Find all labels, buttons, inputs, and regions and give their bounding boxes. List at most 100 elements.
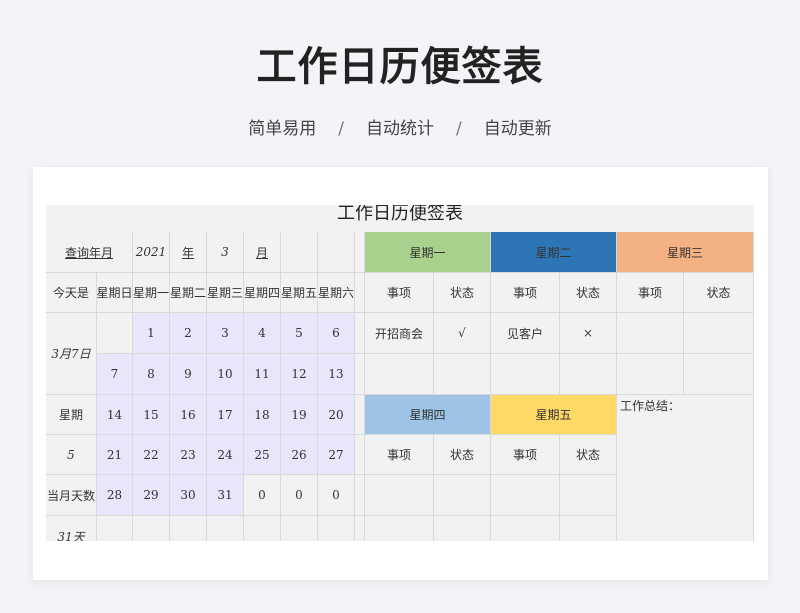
- status-header: 状态: [560, 435, 617, 475]
- calendar-day[interactable]: 10: [207, 354, 244, 395]
- wednesday-item[interactable]: [617, 313, 684, 354]
- tuesday-status[interactable]: ×: [560, 313, 617, 354]
- item-header: 事项: [365, 435, 434, 475]
- calendar-day[interactable]: 9: [170, 354, 207, 395]
- calendar-day[interactable]: 18: [244, 395, 281, 435]
- subtitle-item: 自动统计: [366, 119, 434, 139]
- weekday-header: 星期日: [97, 273, 133, 313]
- calendar-day[interactable]: 0: [318, 475, 355, 516]
- calendar-day[interactable]: 27: [318, 435, 355, 475]
- empty-cell[interactable]: [434, 354, 491, 395]
- empty-cell: [244, 516, 281, 541]
- empty-cell: [207, 516, 244, 541]
- month-input[interactable]: 3: [207, 232, 244, 273]
- item-header: 事项: [491, 435, 560, 475]
- calendar-day[interactable]: 29: [133, 475, 170, 516]
- thursday-header: 星期四: [365, 395, 491, 435]
- empty-cell[interactable]: [491, 475, 560, 516]
- calendar-day[interactable]: 3: [207, 313, 244, 354]
- calendar-day[interactable]: 20: [318, 395, 355, 435]
- empty-cell: [281, 516, 318, 541]
- empty-cell[interactable]: [365, 475, 434, 516]
- weekday-header: 星期四: [244, 273, 281, 313]
- calendar-day[interactable]: 5: [281, 313, 318, 354]
- calendar-day[interactable]: 2: [170, 313, 207, 354]
- calendar-day[interactable]: 15: [133, 395, 170, 435]
- friday-header: 星期五: [491, 395, 617, 435]
- subtitle-item: 简单易用: [248, 119, 317, 139]
- weekday-header: 星期三: [207, 273, 244, 313]
- empty-cell[interactable]: [491, 354, 560, 395]
- calendar-day[interactable]: 7: [97, 354, 133, 395]
- empty-cell[interactable]: [434, 475, 491, 516]
- empty-cell[interactable]: [684, 354, 754, 395]
- calendar-day[interactable]: 26: [281, 435, 318, 475]
- days-value: 31天: [46, 516, 97, 541]
- item-header: 事项: [617, 273, 684, 313]
- calendar-day[interactable]: 4: [244, 313, 281, 354]
- year-unit: 年: [170, 232, 207, 273]
- tuesday-item[interactable]: 见客户: [491, 313, 560, 354]
- item-header: 事项: [365, 273, 434, 313]
- gap-cell: [355, 516, 365, 541]
- calendar-day[interactable]: 28: [97, 475, 133, 516]
- calendar-day[interactable]: 31: [207, 475, 244, 516]
- calendar-day[interactable]: 6: [318, 313, 355, 354]
- subtitle-separator: /: [456, 119, 462, 139]
- page-title: 工作日历便签表: [256, 44, 544, 90]
- gap-cell: [355, 395, 365, 435]
- subtitle: 简单易用 / 自动统计 / 自动更新: [0, 114, 800, 139]
- calendar-day[interactable]: 22: [133, 435, 170, 475]
- calendar-day[interactable]: [97, 313, 133, 354]
- empty-cell: [318, 232, 355, 273]
- calendar-day[interactable]: 19: [281, 395, 318, 435]
- monday-status[interactable]: √: [434, 313, 491, 354]
- status-header: 状态: [684, 273, 754, 313]
- weekday-value: 5: [46, 435, 97, 475]
- gap-cell: [355, 475, 365, 516]
- wednesday-status[interactable]: [684, 313, 754, 354]
- subtitle-item: 自动更新: [483, 119, 552, 139]
- empty-cell[interactable]: [365, 516, 434, 541]
- subtitle-separator: /: [338, 119, 344, 139]
- empty-cell[interactable]: [491, 516, 560, 541]
- month-unit: 月: [244, 232, 281, 273]
- calendar-day[interactable]: 12: [281, 354, 318, 395]
- calendar-day[interactable]: 21: [97, 435, 133, 475]
- calendar-day[interactable]: 23: [170, 435, 207, 475]
- calendar-day[interactable]: 13: [318, 354, 355, 395]
- calendar-day[interactable]: 8: [133, 354, 170, 395]
- calendar-day[interactable]: 17: [207, 395, 244, 435]
- empty-cell[interactable]: [560, 516, 617, 541]
- gap-cell: [355, 232, 365, 273]
- empty-cell: [318, 516, 355, 541]
- empty-cell[interactable]: [617, 354, 684, 395]
- calendar-day[interactable]: 16: [170, 395, 207, 435]
- calendar-day[interactable]: 25: [244, 435, 281, 475]
- empty-cell: [97, 516, 133, 541]
- weekday-header: 星期六: [318, 273, 355, 313]
- calendar-day[interactable]: 11: [244, 354, 281, 395]
- calendar-day[interactable]: 30: [170, 475, 207, 516]
- empty-cell[interactable]: [560, 475, 617, 516]
- wednesday-header: 星期三: [617, 232, 754, 273]
- calendar-day[interactable]: 0: [281, 475, 318, 516]
- monday-item[interactable]: 开招商会: [365, 313, 434, 354]
- calendar-day[interactable]: 1: [133, 313, 170, 354]
- weekday-label: 星期: [46, 395, 97, 435]
- empty-cell[interactable]: [560, 354, 617, 395]
- today-date: 3月7日: [46, 313, 97, 395]
- calendar-day[interactable]: 24: [207, 435, 244, 475]
- sheet-title: 工作日历便签表: [46, 205, 754, 232]
- calendar-day[interactable]: 0: [244, 475, 281, 516]
- status-header: 状态: [434, 273, 491, 313]
- summary-area[interactable]: 工作总结：: [617, 395, 754, 541]
- year-input[interactable]: 2021: [133, 232, 170, 273]
- weekday-header: 星期五: [281, 273, 318, 313]
- empty-cell[interactable]: [434, 516, 491, 541]
- weekday-header: 星期一: [133, 273, 170, 313]
- empty-cell: [133, 516, 170, 541]
- gap-cell: [355, 313, 365, 354]
- calendar-day[interactable]: 14: [97, 395, 133, 435]
- empty-cell[interactable]: [365, 354, 434, 395]
